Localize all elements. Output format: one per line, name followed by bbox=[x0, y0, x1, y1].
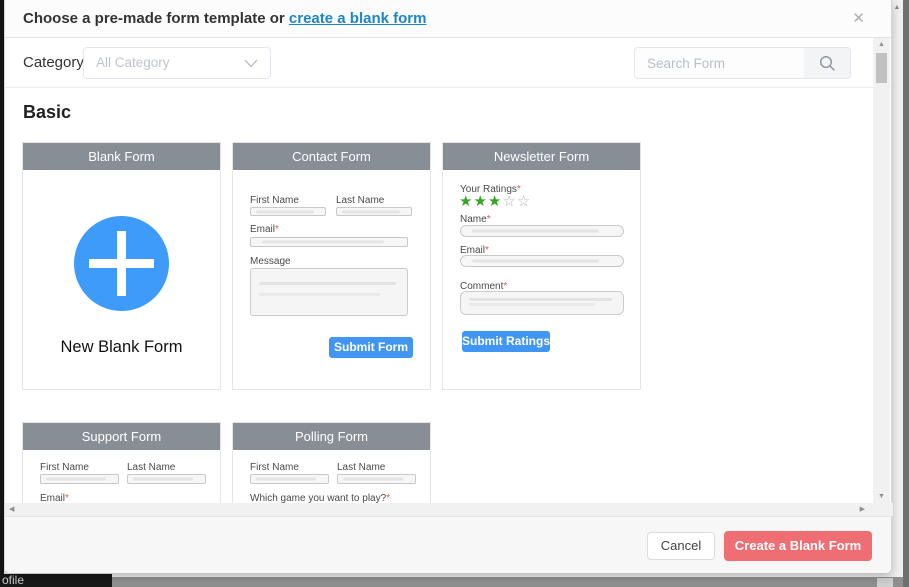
search-button[interactable] bbox=[804, 48, 850, 78]
template-card-blank-form[interactable]: Blank Form New Blank Form bbox=[22, 142, 221, 390]
new-blank-form-label: New Blank Form bbox=[60, 338, 183, 356]
form-template-picker-modal: Choose a pre-made form template or creat… bbox=[4, 0, 893, 573]
input-preview bbox=[336, 207, 412, 216]
star-filled-icon: ★ bbox=[487, 193, 503, 210]
scrollbar-corner bbox=[873, 503, 893, 516]
input-preview bbox=[250, 474, 329, 484]
scroll-up-icon[interactable]: ▲ bbox=[891, 4, 903, 11]
input-preview bbox=[127, 474, 206, 484]
modal-title: Choose a pre-made form template or creat… bbox=[23, 0, 426, 38]
template-card-polling-form[interactable]: Polling Form First Name Last Name Which … bbox=[232, 422, 431, 503]
submit-ratings-button-preview: Submit Ratings bbox=[462, 331, 550, 352]
category-dropdown-value: All Category bbox=[96, 55, 170, 70]
star-filled-icon: ★ bbox=[473, 193, 488, 210]
field-label: Which game you want to play?* bbox=[250, 493, 391, 503]
cancel-button[interactable]: Cancel bbox=[647, 532, 715, 560]
template-list-area: Basic Blank Form New Blank Form Contact … bbox=[5, 88, 873, 503]
scroll-up-icon[interactable]: ▲ bbox=[873, 41, 890, 48]
modal-footer: Cancel Create a Blank Form bbox=[5, 516, 891, 573]
modal-header: Choose a pre-made form template or creat… bbox=[5, 0, 891, 38]
vertical-scrollbar[interactable]: ▲ ▼ bbox=[873, 38, 890, 503]
input-preview bbox=[250, 207, 326, 216]
required-marker: * bbox=[486, 214, 491, 225]
scroll-down-icon[interactable]: ▼ bbox=[873, 493, 890, 500]
submit-form-button-preview: Submit Form bbox=[329, 337, 413, 358]
background-page-bottom-bar: ofile bbox=[0, 574, 903, 587]
required-marker: * bbox=[275, 224, 279, 235]
card-title: Contact Form bbox=[233, 143, 430, 170]
field-label: Last Name bbox=[336, 195, 385, 206]
input-preview bbox=[460, 255, 624, 267]
template-card-contact-form[interactable]: Contact Form First Name Last Name Email*… bbox=[232, 142, 431, 390]
star-empty-icon: ☆ bbox=[502, 193, 517, 210]
scroll-right-icon[interactable]: ▶ bbox=[860, 505, 865, 513]
search-form-box bbox=[634, 47, 851, 79]
chevron-down-icon bbox=[244, 59, 258, 68]
category-dropdown[interactable]: All Category bbox=[83, 47, 271, 79]
star-filled-icon: ★ bbox=[459, 193, 474, 210]
field-label: First Name bbox=[250, 462, 299, 473]
category-label: Category bbox=[23, 54, 84, 71]
modal-title-text: Choose a pre-made form template or bbox=[23, 10, 289, 27]
star-rating: ★★★☆☆ bbox=[459, 194, 531, 209]
field-label: First Name bbox=[250, 195, 299, 206]
template-card-newsletter-form[interactable]: Newsletter Form Your Ratings* ★★★☆☆ Name… bbox=[442, 142, 641, 390]
input-preview bbox=[40, 474, 119, 484]
close-icon[interactable]: ✕ bbox=[852, 9, 865, 29]
field-label: Email* bbox=[250, 224, 279, 235]
template-card-support-form[interactable]: Support Form First Name Last Name Email* bbox=[22, 422, 221, 503]
card-title: Polling Form bbox=[233, 423, 430, 450]
required-marker: * bbox=[65, 493, 69, 503]
star-empty-icon: ☆ bbox=[516, 193, 532, 210]
vertical-scrollbar-thumb[interactable] bbox=[876, 53, 887, 83]
screen: ▲ ofile Choose a pre-made form template … bbox=[0, 0, 909, 587]
plus-icon bbox=[74, 216, 169, 311]
field-label: Last Name bbox=[127, 462, 176, 473]
card-title: Blank Form bbox=[23, 143, 220, 170]
page-scrollbar-track[interactable]: ▲ bbox=[891, 0, 903, 587]
search-input[interactable] bbox=[635, 48, 807, 78]
background-scroll-corner bbox=[877, 578, 893, 587]
search-icon bbox=[819, 55, 835, 71]
required-marker: * bbox=[386, 493, 391, 503]
card-title: Support Form bbox=[23, 423, 220, 450]
card-title: Newsletter Form bbox=[443, 143, 640, 170]
create-blank-form-button[interactable]: Create a Blank Form bbox=[724, 531, 872, 561]
field-label: Message bbox=[250, 256, 291, 267]
scroll-left-icon[interactable]: ◀ bbox=[9, 505, 14, 513]
input-preview bbox=[460, 225, 624, 237]
field-label: Last Name bbox=[337, 462, 386, 473]
field-label: Email* bbox=[40, 493, 69, 503]
input-preview bbox=[337, 474, 416, 484]
textarea-preview bbox=[250, 268, 408, 316]
horizontal-scrollbar[interactable]: ◀ ▶ bbox=[5, 503, 873, 516]
create-blank-form-link[interactable]: create a blank form bbox=[289, 10, 427, 27]
input-preview bbox=[250, 237, 408, 247]
modal-toolbar: Category All Category bbox=[5, 38, 891, 88]
textarea-preview bbox=[460, 291, 624, 315]
section-title: Basic bbox=[23, 102, 72, 122]
background-partial-text: ofile bbox=[0, 574, 112, 587]
background-page-right-edge bbox=[903, 0, 909, 587]
field-label: Name* bbox=[460, 214, 491, 225]
field-label: First Name bbox=[40, 462, 89, 473]
